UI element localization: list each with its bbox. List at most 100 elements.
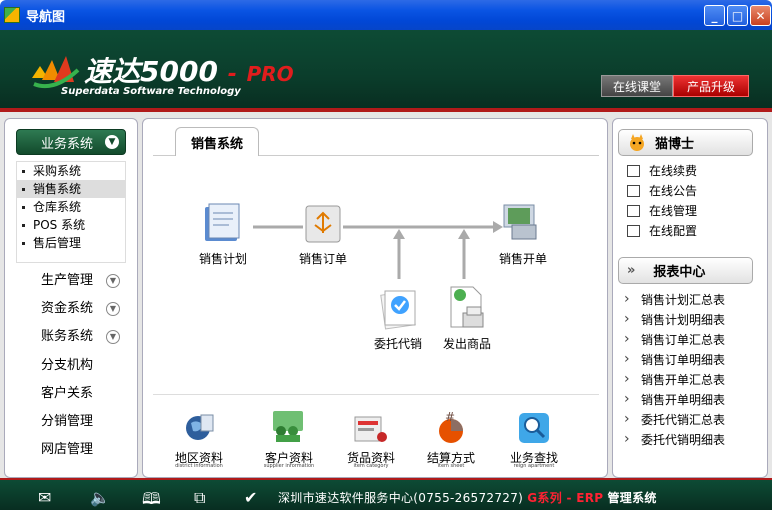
- report-link[interactable]: 销售计划汇总表: [623, 290, 725, 309]
- nav-item-label: 分销管理: [41, 414, 94, 429]
- nav-item-crm[interactable]: 客户关系: [5, 381, 139, 407]
- report-link[interactable]: 委托代销明细表: [623, 430, 725, 449]
- window-titlebar: 导航图 _ □ ✕: [0, 0, 772, 30]
- link-online-manage[interactable]: 在线管理: [627, 202, 697, 220]
- flow-label-order[interactable]: 销售订单: [299, 250, 347, 267]
- report-link[interactable]: 销售订单汇总表: [623, 330, 725, 349]
- settlement-icon[interactable]: #: [433, 409, 469, 445]
- consign-sale-icon[interactable]: [377, 283, 421, 331]
- footer-text: 深圳市速达软件服务中心(0755-26572727) G系列 - ERP 管理系…: [278, 489, 657, 506]
- flow-label-ship[interactable]: 发出商品: [443, 335, 491, 352]
- nav-item-production[interactable]: 生产管理 ▼: [5, 268, 139, 294]
- nav-item-business-system[interactable]: 业务系统 ▼: [16, 129, 126, 155]
- cat-doctor-title: 猫博士: [655, 137, 695, 152]
- brand-cn: 速达: [84, 55, 141, 88]
- sales-invoice-icon[interactable]: [498, 197, 544, 243]
- link-online-notice[interactable]: 在线公告: [627, 182, 697, 200]
- minimize-button[interactable]: _: [704, 5, 725, 26]
- link-label: 在线管理: [649, 204, 698, 218]
- footer-service: 深圳市速达软件服务中心(0755-26572727): [278, 491, 524, 505]
- check-circle-icon[interactable]: ✔: [244, 488, 257, 507]
- nav-item-distribution[interactable]: 分销管理: [5, 409, 139, 435]
- bottom-sub-lookup: reign apartment: [513, 463, 555, 469]
- sales-plan-icon[interactable]: [201, 201, 245, 245]
- globe-icon[interactable]: [183, 411, 215, 443]
- right-panel: 猫博士 在线续费 在线公告 在线管理 在线配置 » 报表中心 销售计划汇总表 销…: [612, 118, 768, 478]
- book-icon: [627, 165, 640, 177]
- chevron-down-icon: ▼: [106, 330, 120, 344]
- speaker-icon[interactable]: 🔈: [90, 488, 110, 507]
- upgrade-button[interactable]: 产品升级: [673, 75, 749, 97]
- nav-item-label: 账务系统: [41, 329, 94, 344]
- flow-label-plan[interactable]: 销售计划: [199, 250, 247, 267]
- subnav-item-warehouse[interactable]: 仓库系统: [17, 198, 125, 216]
- chevron-down-icon: ▼: [106, 274, 120, 288]
- search-icon[interactable]: [517, 411, 551, 445]
- nav-item-label: 分支机构: [41, 358, 94, 373]
- report-link[interactable]: 销售订单明细表: [623, 350, 725, 369]
- chevron-down-icon: ▼: [106, 302, 120, 316]
- mail-icon[interactable]: ✉: [38, 488, 51, 507]
- window-title: 导航图: [26, 10, 66, 25]
- maximize-button[interactable]: □: [727, 5, 748, 26]
- online-class-button[interactable]: 在线课堂: [601, 75, 673, 97]
- link-label: 在线配置: [649, 224, 698, 238]
- business-subnav: 采购系统 销售系统 仓库系统 POS 系统 售后管理: [16, 161, 126, 263]
- book-icon: [627, 225, 640, 237]
- nav-item-funds[interactable]: 资金系统 ▼: [5, 296, 139, 322]
- subnav-item-purchase[interactable]: 采购系统: [17, 162, 125, 180]
- brand-pro: PRO: [246, 62, 294, 86]
- close-button[interactable]: ✕: [750, 5, 771, 26]
- nav-item-accounting[interactable]: 账务系统 ▼: [5, 324, 139, 350]
- sales-order-icon[interactable]: [303, 203, 343, 245]
- report-link[interactable]: 销售开单汇总表: [623, 370, 725, 389]
- flow-label-invoice[interactable]: 销售开单: [499, 250, 547, 267]
- cat-doctor-header: 猫博士: [618, 129, 753, 156]
- center-panel: 销售系统 销售计划 销售订单 销售开单 委托代销 发出商品 地区资料 distr…: [142, 118, 608, 478]
- ship-goods-icon[interactable]: [447, 283, 487, 331]
- link-online-renew[interactable]: 在线续费: [627, 162, 697, 180]
- nav-active-label: 业务系统: [41, 136, 94, 152]
- book-icon: [627, 185, 640, 197]
- subnav-item-pos[interactable]: POS 系统: [17, 216, 125, 234]
- copy-icon[interactable]: ⧉: [194, 488, 205, 508]
- book-icon[interactable]: 🕮: [142, 488, 161, 510]
- app-icon: [4, 7, 20, 23]
- link-label: 在线公告: [649, 184, 698, 198]
- flow-label-consign[interactable]: 委托代销: [374, 335, 422, 352]
- brand-num: 5000: [140, 55, 218, 88]
- book-icon: [627, 205, 640, 217]
- nav-item-label: 网店管理: [41, 442, 94, 457]
- nav-item-label: 客户关系: [41, 386, 94, 401]
- footer-mgmt: 管理系统: [607, 491, 657, 505]
- footer: ✉ 🔈 🕮 ⧉ ✔ 深圳市速达软件服务中心(0755-26572727) G系列…: [0, 478, 772, 510]
- bottom-sub-region: district information: [175, 463, 223, 469]
- brand: 速达5000 - PRO: [84, 50, 294, 90]
- bottom-sub-goods: item category: [353, 463, 389, 469]
- header-banner: 速达5000 - PRO Superdata Software Technolo…: [0, 30, 772, 112]
- subnav-item-sales[interactable]: 销售系统: [17, 180, 125, 198]
- nav-item-branches[interactable]: 分支机构: [5, 353, 139, 379]
- report-center-title: 报表中心: [653, 265, 706, 280]
- nav-item-webshop[interactable]: 网店管理: [5, 437, 139, 463]
- link-online-config[interactable]: 在线配置: [627, 222, 697, 240]
- bottom-sub-settlement: item sheet: [437, 463, 465, 469]
- nav-item-label: 生产管理: [41, 273, 94, 288]
- goods-icon[interactable]: [353, 413, 389, 445]
- svg-text:#: #: [445, 410, 455, 424]
- cat-doctor-icon: [630, 133, 644, 151]
- double-chevron-icon: »: [627, 263, 636, 278]
- footer-g-series: G系列 - ERP: [527, 491, 604, 505]
- link-label: 在线续费: [649, 164, 698, 178]
- report-link[interactable]: 委托代销汇总表: [623, 410, 725, 429]
- customers-icon[interactable]: [271, 409, 305, 443]
- subnav-item-aftersales[interactable]: 售后管理: [17, 234, 125, 252]
- chevron-down-icon: ▼: [105, 135, 119, 149]
- bottom-sub-customer: supplier information: [263, 463, 315, 469]
- nav-item-label: 资金系统: [41, 301, 94, 316]
- separator: [153, 394, 599, 395]
- report-link[interactable]: 销售开单明细表: [623, 390, 725, 409]
- report-center-header: » 报表中心: [618, 257, 753, 284]
- brand-dash: -: [227, 62, 237, 87]
- report-link[interactable]: 销售计划明细表: [623, 310, 725, 329]
